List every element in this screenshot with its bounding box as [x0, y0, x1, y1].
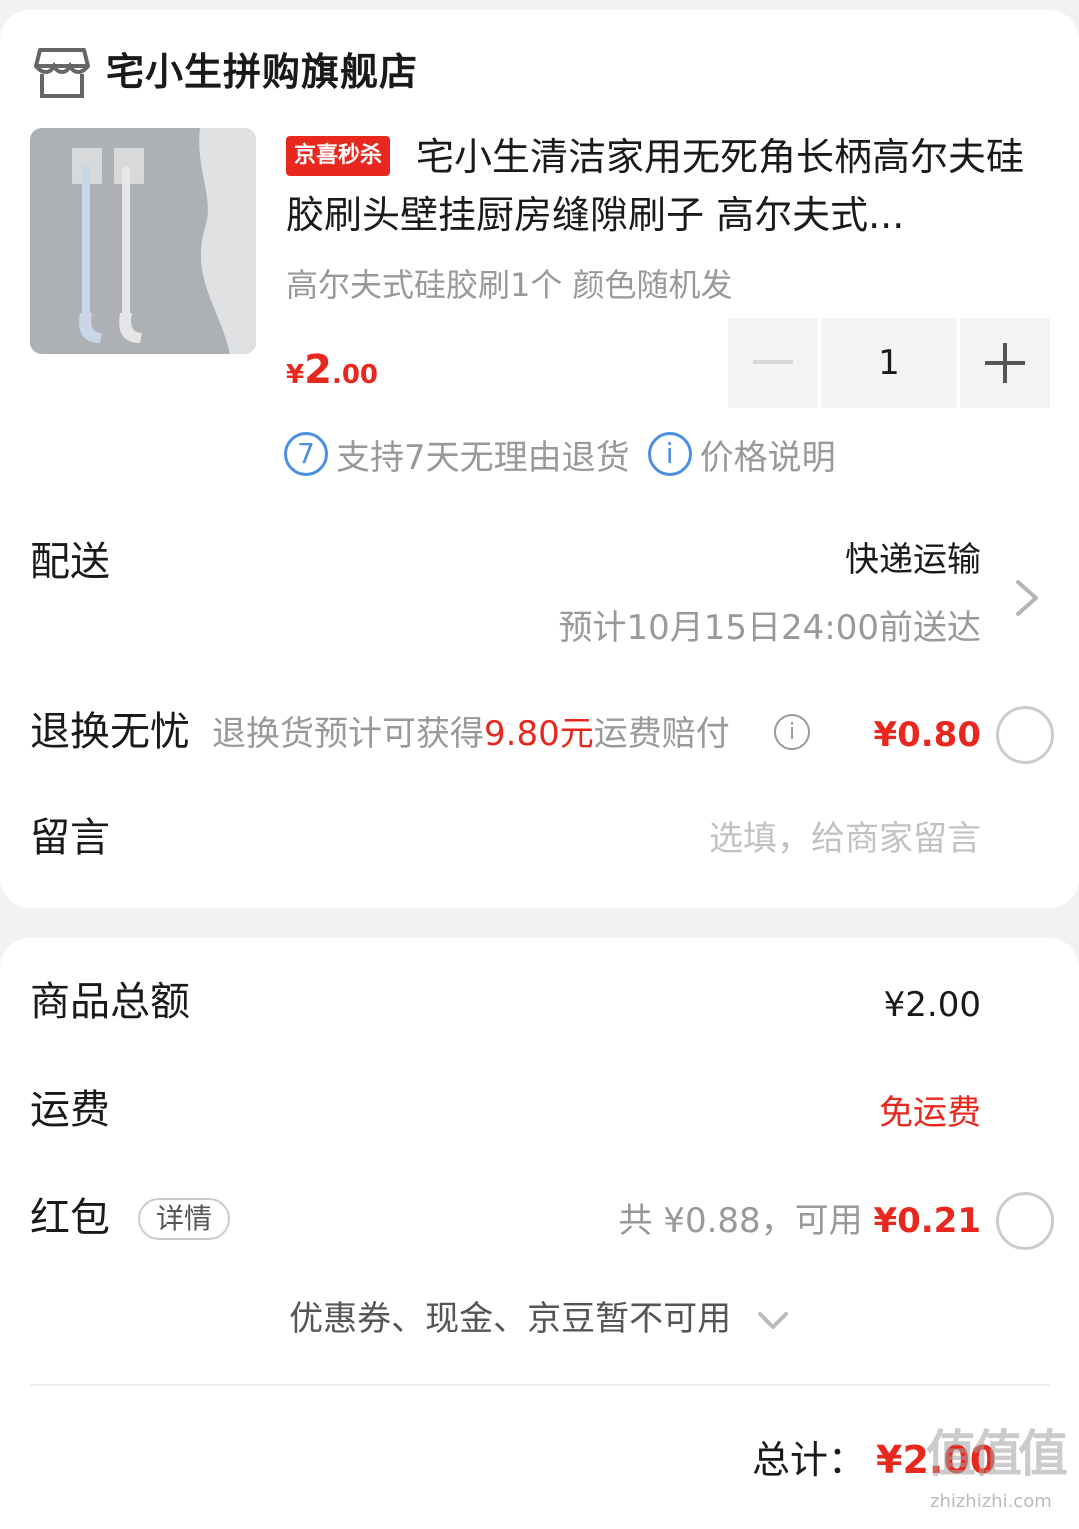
- redpacket-total: 共 ¥0.88，可用: [618, 1201, 874, 1241]
- site-watermark: 值值值 zhizhizhi.com: [926, 1420, 1076, 1524]
- redpacket-label: 红包: [30, 1195, 110, 1241]
- service-badges: 7 支持7天无理由退货 i 价格说明: [284, 428, 836, 480]
- product-price: ¥2.00: [286, 340, 378, 408]
- return-desc-suffix: 运费赔付: [593, 714, 730, 754]
- message-input[interactable]: 选填，给商家留言: [709, 814, 981, 864]
- goods-total-value: ¥2.00: [883, 985, 981, 1025]
- seven-day-return-icon: 7: [284, 432, 328, 476]
- total-label: 总计：: [752, 1438, 867, 1482]
- return-insurance-label: 退换无忧: [30, 709, 190, 755]
- redpacket-usable: ¥0.21: [873, 1201, 981, 1241]
- promo-tag: 京喜秒杀: [286, 136, 391, 176]
- seven-day-return-label[interactable]: 支持7天无理由退货: [336, 430, 630, 479]
- product-spec: 高尔夫式硅胶刷1个 颜色随机发: [286, 266, 733, 304]
- minus-icon: [753, 360, 793, 364]
- price-decimal: .00: [331, 360, 378, 390]
- coupon-unavailable-row[interactable]: 优惠券、现金、京豆暂不可用: [0, 1294, 1079, 1344]
- store-icon: [34, 48, 90, 98]
- quantity-stepper: 1: [728, 318, 1050, 408]
- watermark-url: zhizhizhi.com: [930, 1491, 1052, 1512]
- product-title[interactable]: 宅小生清洁家用无死角长柄高尔夫硅胶刷头壁挂厨房缝隙刷子 高尔夫式...: [286, 128, 1046, 244]
- decrease-button[interactable]: [728, 318, 818, 408]
- price-symbol: ¥: [286, 360, 305, 390]
- return-desc-prefix: 退换货预计可获得: [212, 714, 484, 754]
- shipping-value: 免运费: [879, 1093, 981, 1133]
- shop-name[interactable]: 宅小生拼购旗舰店: [106, 46, 418, 98]
- delivery-label: 配送: [30, 539, 110, 585]
- delivery-method[interactable]: 快递运输: [845, 536, 981, 584]
- message-label: 留言: [30, 815, 110, 861]
- product-thumbnail[interactable]: [30, 128, 256, 354]
- quantity-value[interactable]: 1: [821, 318, 957, 408]
- price-explanation-link[interactable]: 价格说明: [700, 430, 836, 479]
- return-insurance-desc: 退换货预计可获得9.80元运费赔付: [212, 708, 730, 760]
- redpacket-detail-button[interactable]: 详情: [138, 1198, 231, 1240]
- plus-icon: [985, 343, 1025, 383]
- divider: [30, 1384, 1050, 1386]
- product-image-illustration: [30, 128, 256, 354]
- return-insurance-radio[interactable]: [996, 706, 1054, 764]
- delivery-eta: 预计10月15日24:00前送达: [558, 608, 981, 648]
- info-icon: i: [647, 432, 692, 476]
- return-desc-amount: 9.80元: [484, 714, 594, 754]
- coupon-note: 优惠券、现金、京豆暂不可用: [289, 1299, 732, 1339]
- increase-button[interactable]: [960, 318, 1050, 408]
- goods-total-label: 商品总额: [30, 979, 190, 1025]
- redpacket-value: 共 ¥0.88，可用 ¥0.21: [619, 1196, 982, 1246]
- chevron-down-icon: [757, 1311, 788, 1329]
- shipping-label: 运费: [30, 1087, 110, 1133]
- return-info-icon[interactable]: i: [774, 714, 810, 750]
- chevron-right-icon[interactable]: [1010, 576, 1046, 620]
- redpacket-radio[interactable]: [996, 1192, 1054, 1250]
- watermark-logo: 值值值: [926, 1425, 1068, 1483]
- return-insurance-price: ¥0.80: [873, 715, 981, 755]
- price-integer: 2: [304, 347, 332, 393]
